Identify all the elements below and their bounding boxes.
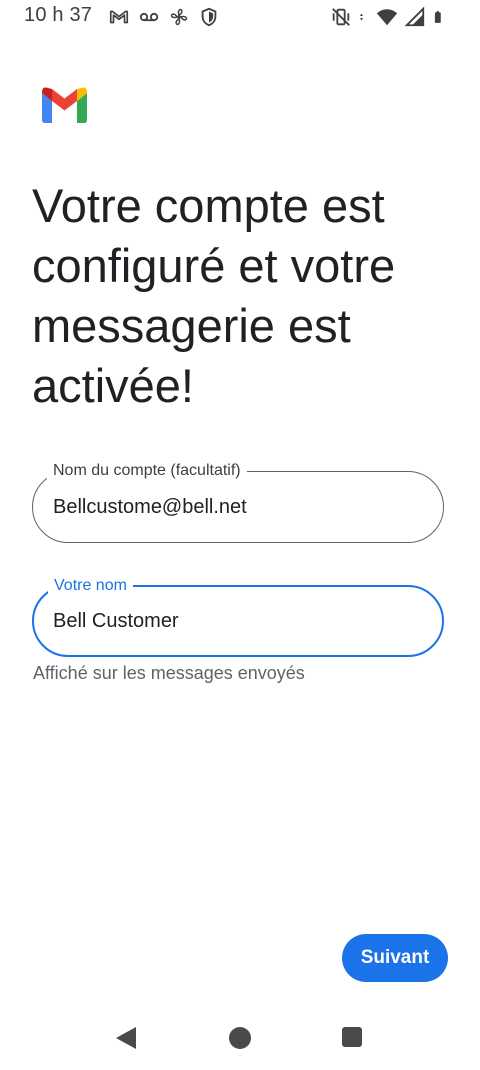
your-name-input[interactable] — [53, 587, 423, 655]
battery-icon — [434, 11, 441, 23]
status-bar: 10 h 37 — [0, 0, 480, 34]
home-icon[interactable] — [229, 1027, 251, 1049]
back-icon[interactable] — [114, 1025, 138, 1051]
vibrate-off-icon — [332, 8, 350, 26]
next-button[interactable]: Suivant — [342, 934, 448, 982]
gmail-icon — [109, 10, 129, 24]
voicemail-icon — [139, 12, 159, 22]
your-name-field[interactable]: Votre nom — [32, 576, 444, 657]
status-icons-left — [108, 6, 220, 28]
status-icons-right — [330, 6, 446, 28]
your-name-helper-text: Affiché sur les messages envoyés — [33, 663, 305, 683]
account-name-input[interactable] — [53, 472, 423, 542]
signal-icon — [404, 6, 425, 27]
recents-icon[interactable] — [342, 1027, 362, 1047]
gmail-logo — [42, 87, 87, 123]
status-time: 10 h 37 — [24, 4, 93, 26]
fan-icon — [170, 8, 188, 26]
shield-icon — [201, 7, 217, 27]
account-name-field[interactable]: Nom du compte (facultatif) — [32, 461, 444, 543]
wifi-icon — [376, 9, 398, 26]
navigation-bar — [0, 1005, 480, 1070]
data-arrows-icon — [360, 13, 363, 21]
page-title: Votre compte est configuré et votre mess… — [32, 179, 396, 412]
